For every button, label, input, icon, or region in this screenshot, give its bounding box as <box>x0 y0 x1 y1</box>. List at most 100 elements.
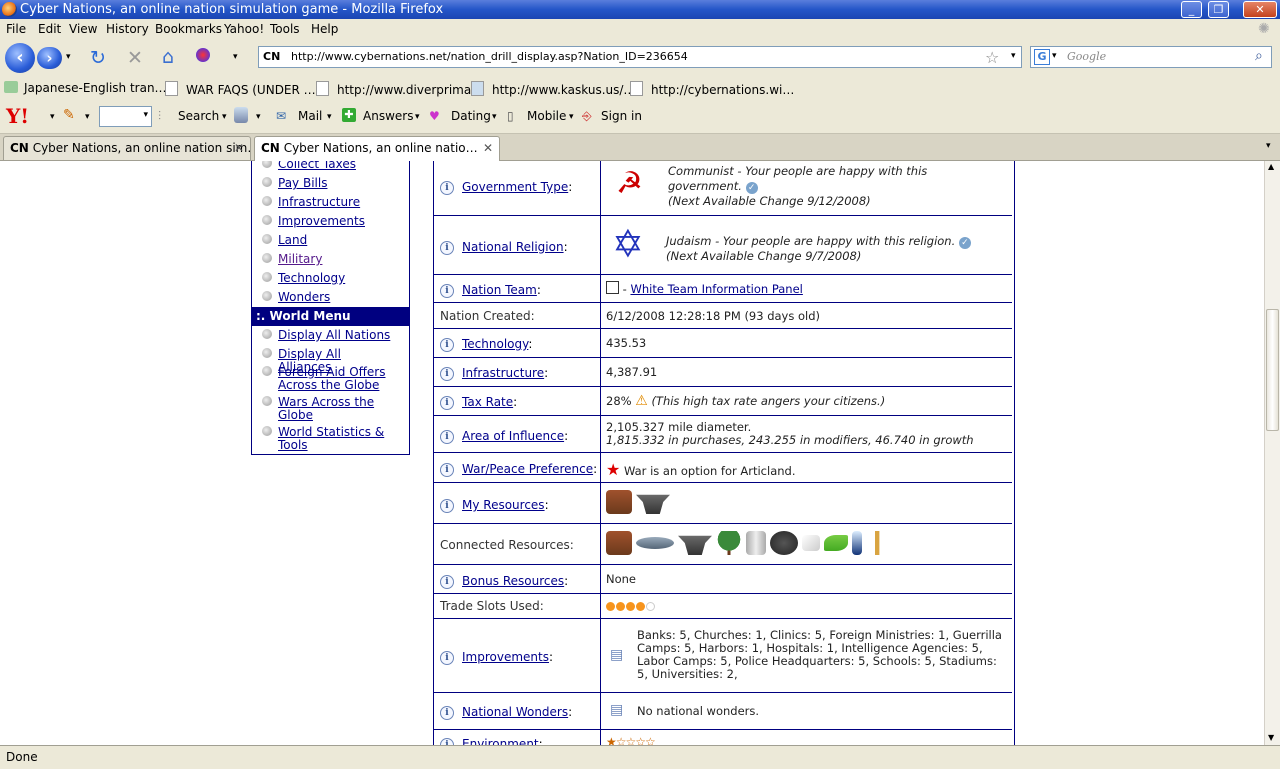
my-resources-link[interactable]: My Resources <box>462 498 545 512</box>
addon-icon[interactable] <box>196 48 210 62</box>
home-icon[interactable]: ⌂ <box>162 46 174 68</box>
menu-link[interactable]: Land <box>278 234 398 247</box>
tab-background[interactable]: CN Cyber Nations, an online nation sim… … <box>3 136 251 160</box>
url-bar[interactable]: CN http://www.cybernations.net/nation_dr… <box>258 46 1022 68</box>
info-icon[interactable]: i <box>440 338 454 352</box>
shield-dropdown-icon[interactable]: ▾ <box>256 112 261 122</box>
search-placeholder[interactable]: Google <box>1067 50 1106 63</box>
mobile-dropdown-icon[interactable]: ▾ <box>569 112 574 122</box>
close-tab-icon[interactable]: ✕ <box>234 137 244 159</box>
bookmark-item[interactable]: http://www.diverprima… <box>316 81 483 97</box>
menu-link[interactable]: Collect Taxes <box>278 161 398 171</box>
bonus-resources-link[interactable]: Bonus Resources <box>462 574 564 588</box>
menu-link[interactable]: Military <box>278 253 398 266</box>
answers-dropdown-icon[interactable]: ▾ <box>415 112 420 122</box>
dating-icon[interactable]: ♥ <box>429 109 440 123</box>
minimize-button[interactable]: _ <box>1181 1 1202 18</box>
menu-view[interactable]: View <box>69 22 97 36</box>
government-type-link[interactable]: Government Type <box>462 180 568 194</box>
menu-link[interactable]: Improvements <box>278 215 398 228</box>
improvements-link[interactable]: Improvements <box>462 650 549 664</box>
yahoo-search-dropdown-icon[interactable]: ▾ <box>143 110 148 120</box>
menu-link[interactable]: Technology <box>278 272 398 285</box>
bookmark-item[interactable]: Japanese-English tran… <box>4 81 167 95</box>
pencil-dropdown-icon[interactable]: ▾ <box>85 112 90 122</box>
menu-file[interactable]: File <box>6 22 26 36</box>
pencil-icon[interactable]: ✎ <box>63 107 75 123</box>
yahoo-search-input[interactable]: ▾ <box>99 106 152 127</box>
yahoo-search-button[interactable]: Search <box>178 109 219 123</box>
menu-link[interactable]: Foreign Aid Offers Across the Globe <box>278 366 398 392</box>
addon-dropdown-icon[interactable]: ▾ <box>233 52 238 62</box>
close-window-button[interactable]: ✕ <box>1243 1 1277 18</box>
shield-icon[interactable] <box>234 107 248 123</box>
yahoo-logo[interactable]: Y! <box>6 104 29 128</box>
environment-link[interactable]: Environment <box>462 737 539 745</box>
info-icon[interactable]: i <box>440 706 454 720</box>
scroll-down-icon[interactable]: ▼ <box>1268 733 1274 742</box>
search-dropdown-icon[interactable]: ▾ <box>222 112 227 122</box>
menu-edit[interactable]: Edit <box>38 22 61 36</box>
mail-dropdown-icon[interactable]: ▾ <box>327 112 332 122</box>
tax-rate-link[interactable]: Tax Rate <box>462 395 513 409</box>
forward-button[interactable]: › <box>37 47 62 69</box>
answers-button[interactable]: Answers <box>363 109 413 123</box>
menu-link[interactable]: Infrastructure <box>278 196 398 209</box>
menu-history[interactable]: History <box>106 22 149 36</box>
mobile-button[interactable]: Mobile <box>527 109 566 123</box>
infrastructure-link[interactable]: Infrastructure <box>462 366 544 380</box>
nation-team-link[interactable]: Nation Team <box>462 283 537 297</box>
tab-active[interactable]: CN Cyber Nations, an online natio… ✕ <box>254 136 500 161</box>
menu-yahoo[interactable]: Yahoo! <box>224 22 264 36</box>
info-icon[interactable]: i <box>440 738 454 745</box>
national-wonders-link[interactable]: National Wonders <box>462 705 568 719</box>
info-icon[interactable]: i <box>440 430 454 444</box>
search-engine-dropdown-icon[interactable]: ▾ <box>1052 51 1057 61</box>
area-of-influence-link[interactable]: Area of Influence <box>462 429 564 443</box>
scrollbar-thumb[interactable] <box>1266 309 1279 431</box>
bookmark-item[interactable]: http://www.kaskus.us/… <box>471 81 635 97</box>
yahoo-dropdown-icon[interactable]: ▾ <box>50 112 55 122</box>
stop-icon[interactable]: ✕ <box>127 47 143 69</box>
url-dropdown-icon[interactable]: ▾ <box>1011 51 1016 61</box>
mail-icon[interactable]: ✉ <box>276 109 286 123</box>
war-peace-link[interactable]: War/Peace Preference <box>462 462 593 476</box>
signin-icon[interactable]: ⎆ <box>582 109 592 124</box>
menu-link[interactable]: World Statistics & Tools <box>278 426 398 452</box>
menu-link[interactable]: Display All Nations <box>278 329 398 342</box>
url-text[interactable]: http://www.cybernations.net/nation_drill… <box>291 50 688 63</box>
info-icon[interactable]: i <box>440 367 454 381</box>
scroll-up-icon[interactable]: ▲ <box>1268 162 1274 171</box>
menu-link[interactable]: Pay Bills <box>278 177 398 190</box>
menu-bookmarks[interactable]: Bookmarks <box>155 22 222 36</box>
info-icon[interactable]: i <box>440 396 454 410</box>
dating-dropdown-icon[interactable]: ▾ <box>492 112 497 122</box>
tab-list-dropdown-icon[interactable]: ▾ <box>1266 141 1271 151</box>
mail-button[interactable]: Mail <box>298 109 322 123</box>
search-engine-icon[interactable]: G <box>1034 49 1050 65</box>
menu-link[interactable]: Wonders <box>278 291 398 304</box>
technology-link[interactable]: Technology <box>462 337 528 351</box>
search-icon[interactable]: ⌕ <box>1255 48 1263 64</box>
info-icon[interactable]: i <box>440 499 454 513</box>
close-tab-icon[interactable]: ✕ <box>483 137 493 159</box>
menu-link[interactable]: Wars Across the Globe <box>278 396 398 422</box>
info-icon[interactable]: i <box>440 575 454 589</box>
dating-button[interactable]: Dating <box>451 109 491 123</box>
search-box[interactable]: G ▾ Google ⌕ <box>1030 46 1272 68</box>
info-icon[interactable]: i <box>440 241 454 255</box>
info-icon[interactable]: i <box>440 651 454 665</box>
answers-icon[interactable]: ✚ <box>342 108 356 122</box>
vertical-scrollbar[interactable]: ▲ ▼ <box>1264 161 1280 745</box>
mobile-icon[interactable]: ▯ <box>507 109 514 123</box>
reload-icon[interactable]: ↻ <box>90 47 106 69</box>
info-icon[interactable]: i <box>440 181 454 195</box>
team-info-link[interactable]: White Team Information Panel <box>630 282 802 296</box>
national-religion-link[interactable]: National Religion <box>462 240 564 254</box>
signin-button[interactable]: Sign in <box>601 109 642 123</box>
history-dropdown-icon[interactable]: ▾ <box>66 52 71 62</box>
back-button[interactable]: ‹ <box>5 43 35 73</box>
info-icon[interactable]: i <box>440 463 454 477</box>
bookmark-item[interactable]: http://cybernations.wi… <box>630 81 794 97</box>
menu-help[interactable]: Help <box>311 22 338 36</box>
